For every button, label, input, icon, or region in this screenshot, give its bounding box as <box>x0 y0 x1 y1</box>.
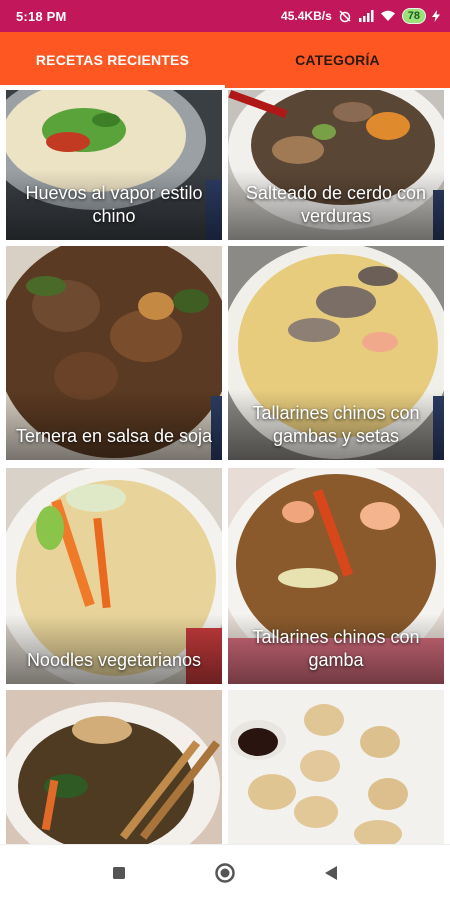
recipe-card[interactable]: Salteado de cerdo con verduras <box>228 90 444 240</box>
status-bar: 5:18 PM 45.4KB/s 78 <box>0 0 450 32</box>
navigation-bar <box>0 844 450 900</box>
recipe-title: Ternera en salsa de soja <box>15 426 213 446</box>
signal-icon <box>358 10 374 22</box>
status-time: 5:18 PM <box>16 8 67 24</box>
recipe-card[interactable]: Tallarines chinos con gambas y setas <box>228 246 444 460</box>
recipe-photo <box>228 690 444 844</box>
recipe-card[interactable]: Huevos al vapor estilo chino <box>6 90 222 240</box>
battery-level: 78 <box>401 8 426 24</box>
back-icon[interactable] <box>319 861 343 885</box>
recipe-card[interactable]: Ternera en salsa de soja <box>6 246 222 460</box>
alarm-off-icon <box>338 9 352 23</box>
status-icons: 45.4KB/s 78 <box>281 8 440 24</box>
recipe-card[interactable]: Noodles vegetarianos <box>6 468 222 684</box>
wifi-icon <box>380 10 396 22</box>
recipe-grid: Huevos al vapor estilo chino Salteado de… <box>0 88 450 844</box>
recipe-title: Noodles vegetarianos <box>26 650 202 670</box>
recipe-photo <box>6 690 222 844</box>
charging-icon <box>432 10 440 22</box>
recipe-title: Salteado de cerdo con verduras <box>245 183 427 226</box>
recipe-card[interactable] <box>6 690 222 844</box>
recipe-card[interactable]: Tallarines chinos con gamba <box>228 468 444 684</box>
tab-recetas-recientes[interactable]: RECETAS RECIENTES <box>0 32 225 88</box>
recipe-title: Tallarines chinos con gambas y setas <box>252 403 420 446</box>
network-speed: 45.4KB/s <box>281 9 332 23</box>
home-icon[interactable] <box>213 861 237 885</box>
recents-icon[interactable] <box>107 861 131 885</box>
recipe-card[interactable] <box>228 690 444 844</box>
recipe-title: Huevos al vapor estilo chino <box>25 183 203 226</box>
recipe-title: Tallarines chinos con gamba <box>252 627 420 670</box>
tab-bar: RECETAS RECIENTES CATEGORÍA <box>0 32 450 88</box>
tab-categoria[interactable]: CATEGORÍA <box>225 32 450 88</box>
